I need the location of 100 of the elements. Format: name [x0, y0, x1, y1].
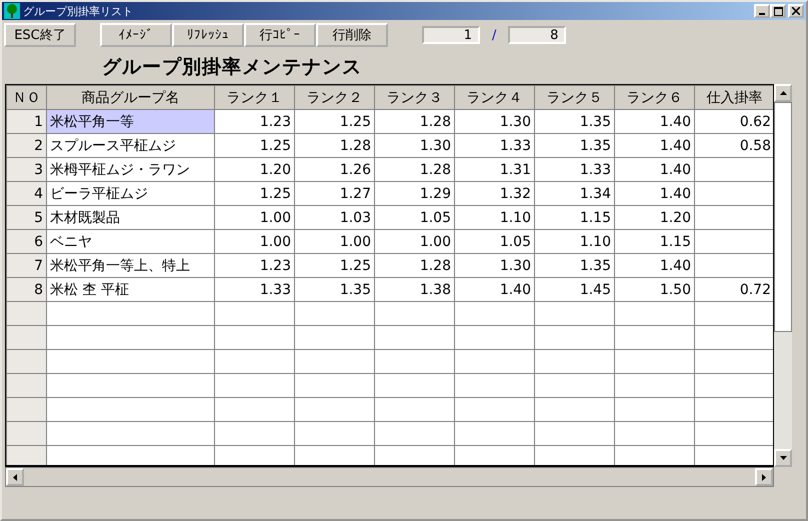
row-number: 1: [6, 110, 46, 134]
table-cell[interactable]: 1.40: [614, 158, 694, 182]
scroll-left-button[interactable]: [6, 468, 24, 486]
toolbar-button[interactable]: 行ｺﾋﾟｰ: [244, 23, 316, 47]
record-total-field: 8: [508, 26, 566, 44]
toolbar-button[interactable]: ﾘﾌﾚｯｼｭ: [172, 23, 244, 47]
table-cell[interactable]: 1.33: [454, 134, 534, 158]
toolbar-button[interactable]: ｲﾒｰｼﾞ: [100, 23, 172, 47]
table-cell[interactable]: 1.40: [614, 182, 694, 206]
table-cell[interactable]: 米松平角一等: [46, 110, 214, 134]
table-cell[interactable]: 1.00: [214, 230, 294, 254]
column-header[interactable]: ランク４: [454, 86, 534, 110]
table-cell[interactable]: 1.15: [534, 206, 614, 230]
window-title: グループ別掛率リスト: [23, 4, 133, 18]
column-header[interactable]: ランク３: [374, 86, 454, 110]
table-cell[interactable]: 1.20: [614, 206, 694, 230]
table-cell[interactable]: 1.32: [454, 182, 534, 206]
table-cell[interactable]: 1.40: [614, 110, 694, 134]
table-cell[interactable]: 1.35: [294, 278, 374, 302]
table-cell[interactable]: 1.30: [454, 110, 534, 134]
table-cell[interactable]: 1.23: [214, 110, 294, 134]
table-cell[interactable]: 1.23: [214, 254, 294, 278]
table-cell[interactable]: スプルース平柾ムジ: [46, 134, 214, 158]
row-number: 2: [6, 134, 46, 158]
table-cell[interactable]: 1.25: [294, 110, 374, 134]
table-cell[interactable]: 1.33: [214, 278, 294, 302]
scroll-right-button[interactable]: [755, 468, 773, 486]
row-number: 8: [6, 278, 46, 302]
table-cell[interactable]: 1.25: [214, 182, 294, 206]
column-header[interactable]: ランク１: [214, 86, 294, 110]
left-arrow-icon: [13, 474, 17, 480]
row-number: 3: [6, 158, 46, 182]
table-cell[interactable]: 1.29: [374, 182, 454, 206]
table-cell[interactable]: 1.31: [454, 158, 534, 182]
scroll-down-button[interactable]: [774, 449, 792, 467]
table-cell[interactable]: 1.10: [534, 230, 614, 254]
table-cell[interactable]: 1.40: [614, 134, 694, 158]
table-cell[interactable]: 1.26: [294, 158, 374, 182]
table-cell[interactable]: 1.35: [534, 134, 614, 158]
table-cell[interactable]: 1.38: [374, 278, 454, 302]
column-header[interactable]: ランク５: [534, 86, 614, 110]
table-cell[interactable]: 1.03: [294, 206, 374, 230]
table-cell[interactable]: 1.27: [294, 182, 374, 206]
table-cell[interactable]: 米栂平柾ムジ・ラワン: [46, 158, 214, 182]
scroll-up-button[interactable]: [774, 84, 792, 102]
table-cell[interactable]: 1.05: [374, 206, 454, 230]
table-cell[interactable]: 1.25: [214, 134, 294, 158]
table-cell[interactable]: 1.35: [534, 254, 614, 278]
table-cell[interactable]: 木材既製品: [46, 206, 214, 230]
column-header[interactable]: 商品グループ名: [46, 86, 214, 110]
column-header[interactable]: ＮＯ: [6, 86, 46, 110]
table-cell[interactable]: 1.28: [374, 254, 454, 278]
table-cell[interactable]: ビーラ平柾ムジ: [46, 182, 214, 206]
row-number: 6: [6, 230, 46, 254]
horizontal-scrollbar[interactable]: [5, 467, 774, 487]
table-cell[interactable]: 1.28: [294, 134, 374, 158]
table-cell[interactable]: 1.28: [374, 158, 454, 182]
form-heading: グループ別掛率メンテナンス: [101, 55, 363, 80]
row-number: 7: [6, 254, 46, 278]
table-cell[interactable]: 1.05: [454, 230, 534, 254]
table-cell[interactable]: 1.20: [214, 158, 294, 182]
down-arrow-icon: [780, 456, 786, 460]
up-arrow-icon: [780, 91, 786, 95]
close-button[interactable]: [788, 4, 804, 18]
column-header[interactable]: ランク６: [614, 86, 694, 110]
table-cell[interactable]: 米松平角一等上、特上: [46, 254, 214, 278]
table-cell[interactable]: 1.40: [614, 254, 694, 278]
table-cell[interactable]: 1.45: [534, 278, 614, 302]
row-number: 4: [6, 182, 46, 206]
table-cell[interactable]: 1.28: [374, 110, 454, 134]
table-cell[interactable]: 1.33: [534, 158, 614, 182]
row-number: 5: [6, 206, 46, 230]
table-cell[interactable]: 1.34: [534, 182, 614, 206]
table-cell[interactable]: 1.00: [294, 230, 374, 254]
table-cell[interactable]: 1.00: [214, 206, 294, 230]
table-cell[interactable]: 1.50: [614, 278, 694, 302]
vertical-scrollbar[interactable]: [774, 84, 792, 467]
maximize-icon: [774, 6, 782, 16]
table-cell[interactable]: 1.30: [454, 254, 534, 278]
right-arrow-icon: [762, 474, 766, 480]
table-cell[interactable]: ベニヤ: [46, 230, 214, 254]
table-cell[interactable]: 1.40: [454, 278, 534, 302]
tree-icon: [4, 3, 20, 19]
close-icon: [792, 7, 800, 15]
exit-button[interactable]: ESC終了: [4, 23, 76, 47]
maximize-button[interactable]: [770, 4, 786, 18]
table-cell[interactable]: 1.15: [614, 230, 694, 254]
table-cell[interactable]: 1.10: [454, 206, 534, 230]
record-position-field: 1: [422, 26, 480, 44]
toolbar-button[interactable]: 行削除: [316, 23, 388, 47]
column-header[interactable]: 仕入掛率: [694, 86, 773, 110]
column-header[interactable]: ランク２: [294, 86, 374, 110]
separator: /: [492, 28, 496, 42]
table-cell[interactable]: 1.35: [534, 110, 614, 134]
minimize-button[interactable]: [754, 4, 770, 18]
table-cell[interactable]: 1.00: [374, 230, 454, 254]
scroll-thumb[interactable]: [774, 102, 792, 332]
table-cell[interactable]: 米松 杢 平柾: [46, 278, 214, 302]
table-cell[interactable]: 1.25: [294, 254, 374, 278]
table-cell[interactable]: 1.30: [374, 134, 454, 158]
